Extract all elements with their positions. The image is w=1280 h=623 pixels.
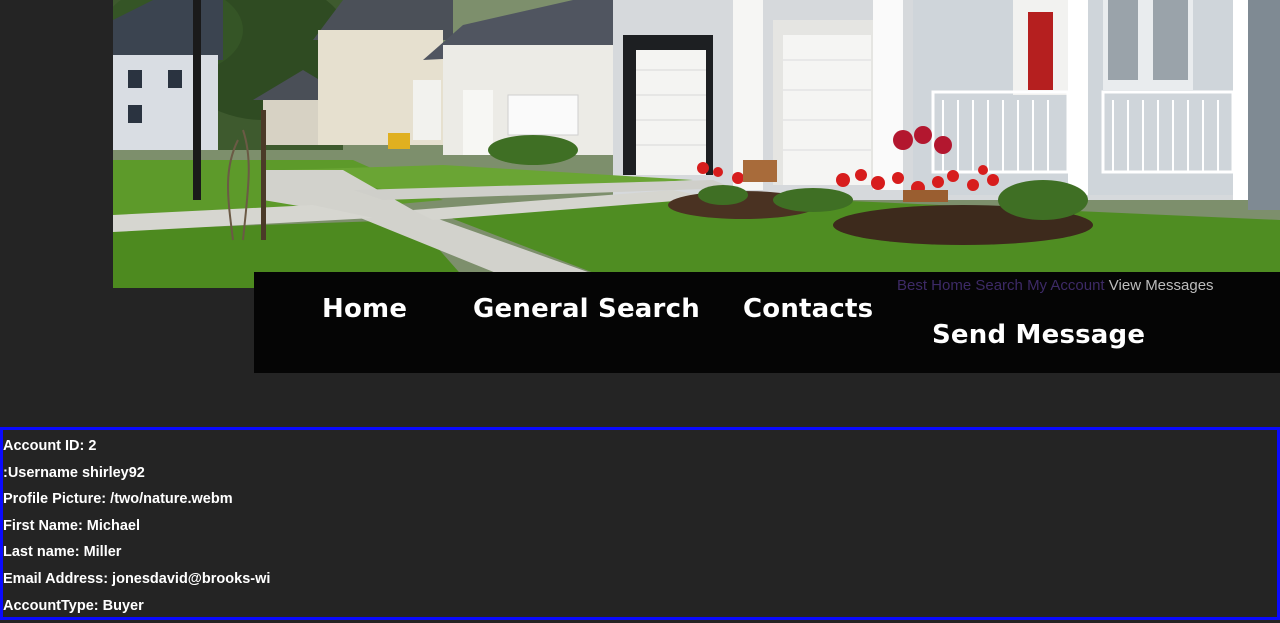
nav-contacts-link[interactable]: Contacts [743, 294, 873, 324]
email-address-row: Email Address: jonesdavid@brooks-wi [3, 570, 271, 587]
account-type-row: AccountType: Buyer [3, 597, 144, 614]
username-row: :Username shirley92 [3, 464, 145, 481]
page: Home General Search Contacts Send Messag… [0, 0, 1280, 623]
nav-home-link[interactable]: Home [322, 294, 407, 324]
view-messages-link[interactable]: View Messages [1109, 277, 1214, 294]
hero-banner-image [113, 0, 1280, 288]
account-id-row: Account ID: 2 [3, 438, 97, 454]
nav-general-search-link[interactable]: General Search [473, 294, 700, 324]
first-name-row: First Name: Michael [3, 517, 140, 534]
nav-send-message-link[interactable]: Send Message [932, 320, 1145, 350]
best-home-search-link[interactable]: Best Home Search [897, 277, 1023, 294]
last-name-row: Last name: Miller [3, 544, 122, 561]
text-nav-links: Best Home Search My Account View Message… [897, 277, 1214, 294]
my-account-link[interactable]: My Account [1027, 277, 1105, 294]
account-info-list: Account ID: 2 :Username shirley92 Profil… [3, 433, 270, 619]
profile-picture-row: Profile Picture: /two/nature.webm [3, 491, 233, 508]
account-info-panel: Account ID: 2 :Username shirley92 Profil… [0, 427, 1280, 620]
